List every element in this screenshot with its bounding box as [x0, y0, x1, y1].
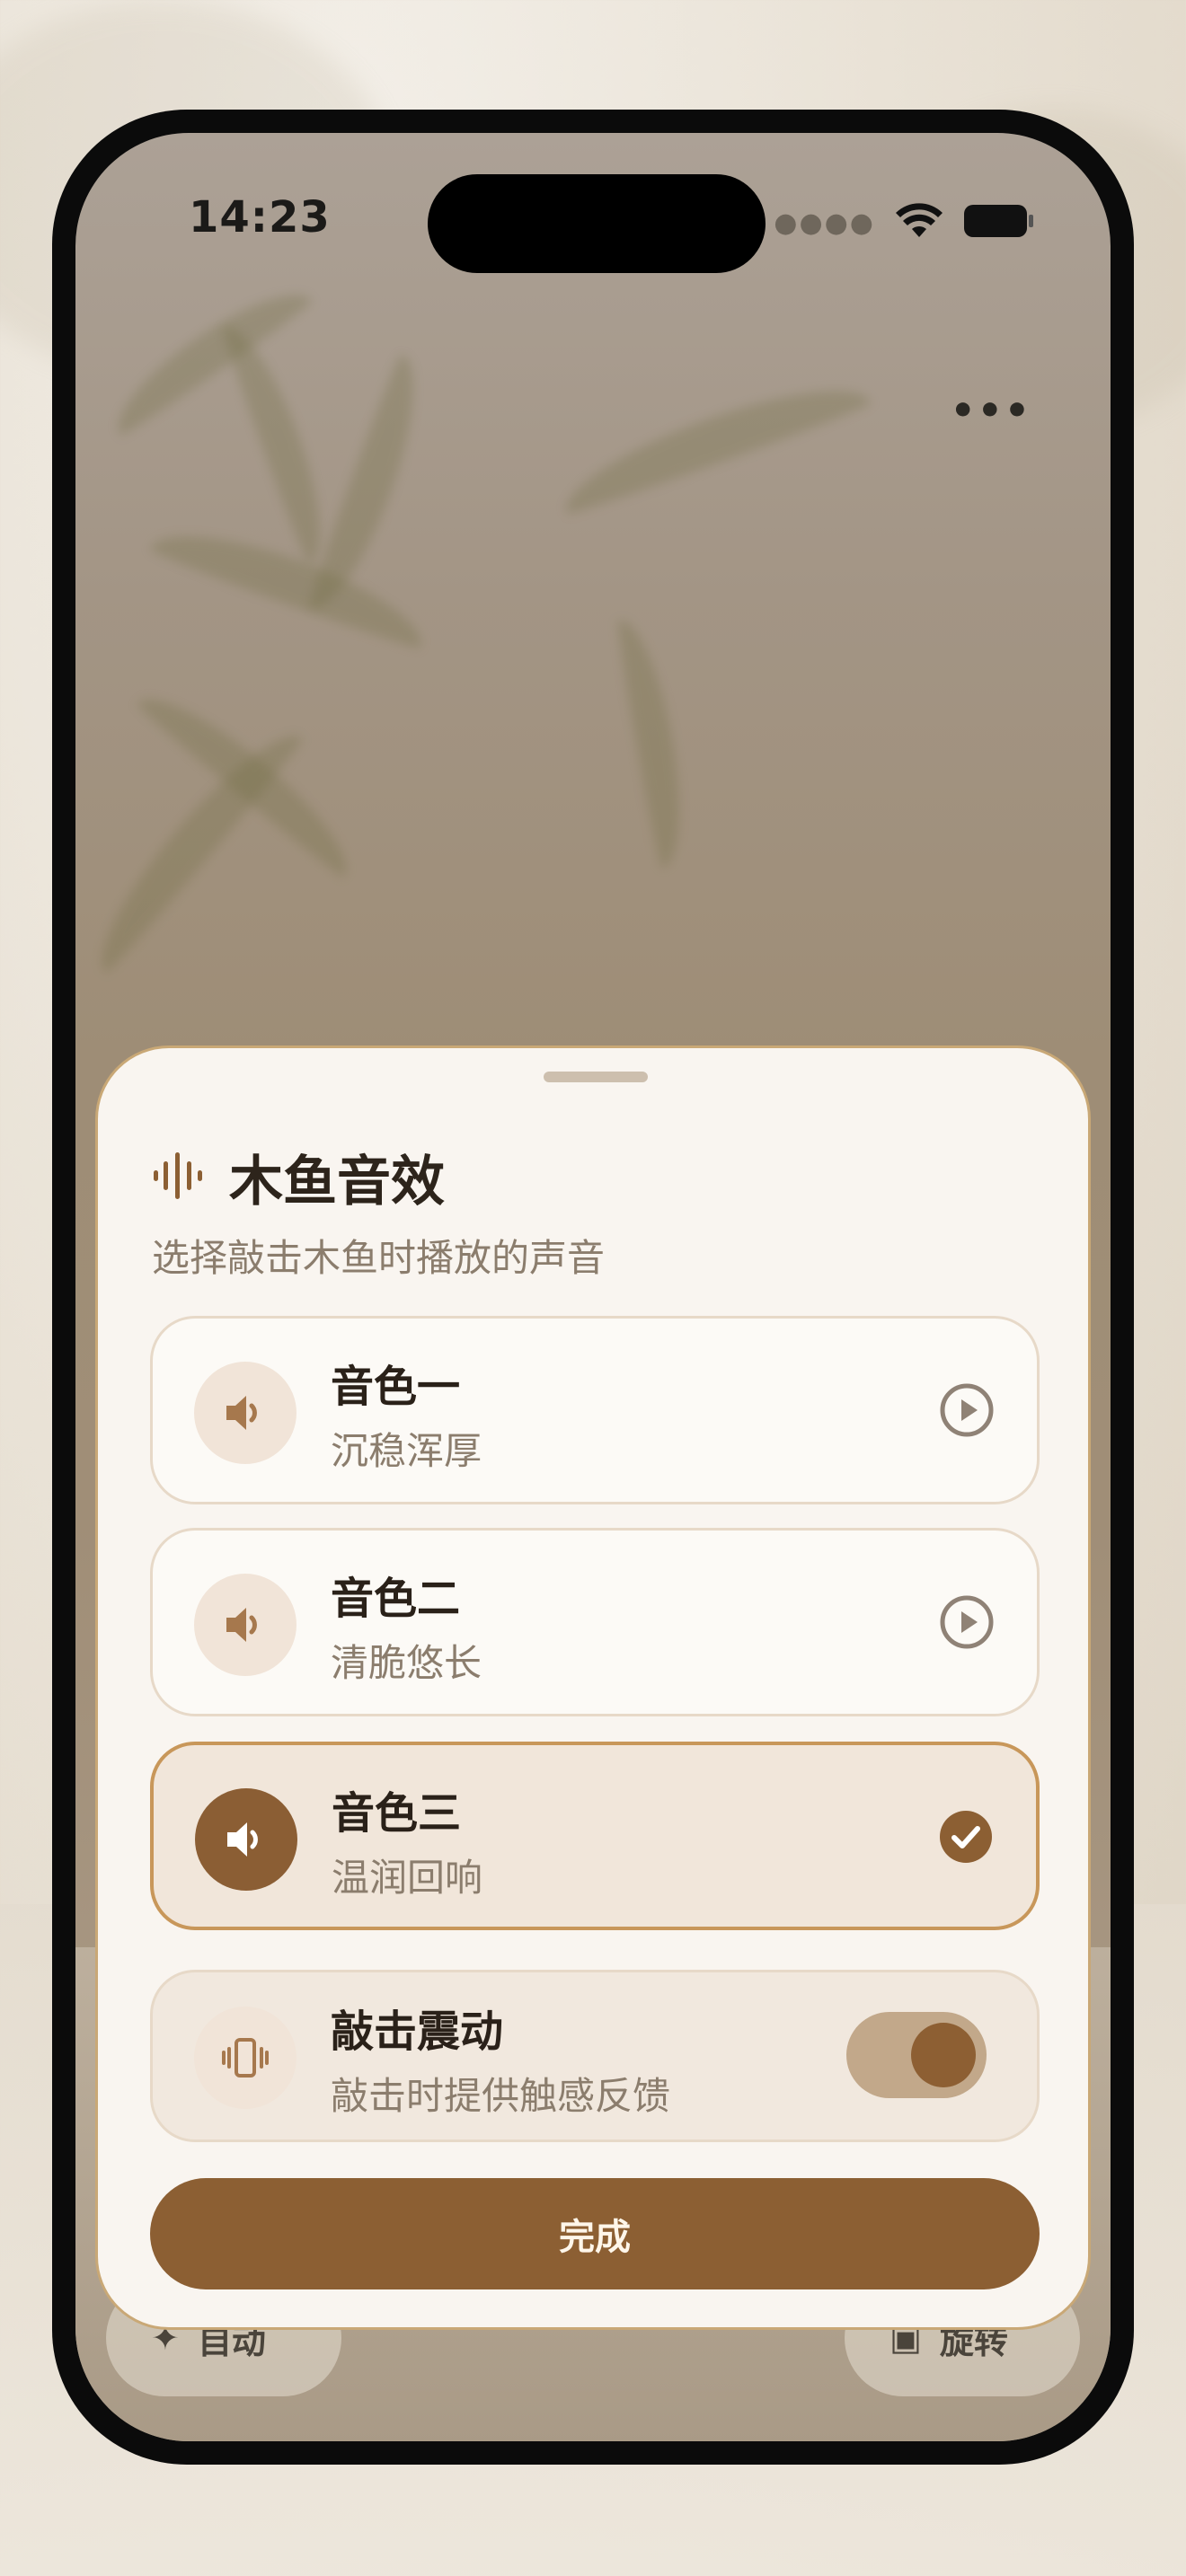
option-desc: 沉稳浑厚: [331, 1429, 482, 1473]
bamboo-leaf: [219, 315, 341, 566]
sheet-grabber[interactable]: [544, 1072, 648, 1082]
option-title: 音色一: [331, 1362, 461, 1412]
option-title: 音色二: [331, 1574, 461, 1624]
more-button[interactable]: •••: [951, 388, 1031, 434]
sheet-title: 木鱼音效: [229, 1151, 445, 1213]
status-time: 14:23: [189, 192, 331, 243]
vibration-row: 敲击震动 敲击时提供触感反馈: [150, 1970, 1040, 2142]
speaker-icon: [195, 1788, 297, 1891]
signal-dots-icon: ●●●●: [774, 207, 875, 239]
vibration-toggle[interactable]: [846, 2012, 987, 2098]
sound-option-1[interactable]: 音色一 沉稳浑厚: [150, 1316, 1040, 1504]
speaker-icon: [194, 1362, 296, 1464]
dynamic-island: [428, 174, 766, 273]
toggle-knob: [911, 2023, 976, 2087]
bamboo-leaf: [305, 353, 437, 621]
sound-option-2[interactable]: 音色二 清脆悠长: [150, 1528, 1040, 1716]
vibrate-icon: [194, 2007, 296, 2109]
speaker-icon: [194, 1574, 296, 1676]
bamboo-leaf: [615, 614, 695, 869]
sound-sheet: 木鱼音效 选择敲击木鱼时播放的声音 音色一 沉稳浑厚 音色二 清脆悠长 音色三 …: [95, 1045, 1091, 2330]
battery-icon: [963, 203, 1035, 243]
sheet-subtitle: 选择敲击木鱼时播放的声音: [152, 1236, 606, 1280]
option-desc: 温润回响: [332, 1856, 483, 1900]
bamboo-leaf: [148, 511, 435, 652]
wifi-icon: [895, 203, 943, 243]
play-icon[interactable]: [938, 1593, 996, 1651]
check-icon: [937, 1808, 995, 1866]
vibration-desc: 敲击时提供触感反馈: [331, 2074, 671, 2118]
option-desc: 清脆悠长: [331, 1641, 482, 1685]
sound-option-3[interactable]: 音色三 温润回响: [150, 1742, 1040, 1930]
vibration-title: 敲击震动: [331, 2007, 504, 2057]
sheet-header: 木鱼音效: [152, 1138, 445, 1216]
done-button[interactable]: 完成: [150, 2178, 1040, 2289]
sound-wave-icon: [152, 1151, 204, 1204]
bamboo-leaf: [553, 365, 872, 518]
option-title: 音色三: [332, 1788, 462, 1839]
play-icon[interactable]: [938, 1381, 996, 1439]
status-icons: ●●●●: [774, 203, 1035, 243]
